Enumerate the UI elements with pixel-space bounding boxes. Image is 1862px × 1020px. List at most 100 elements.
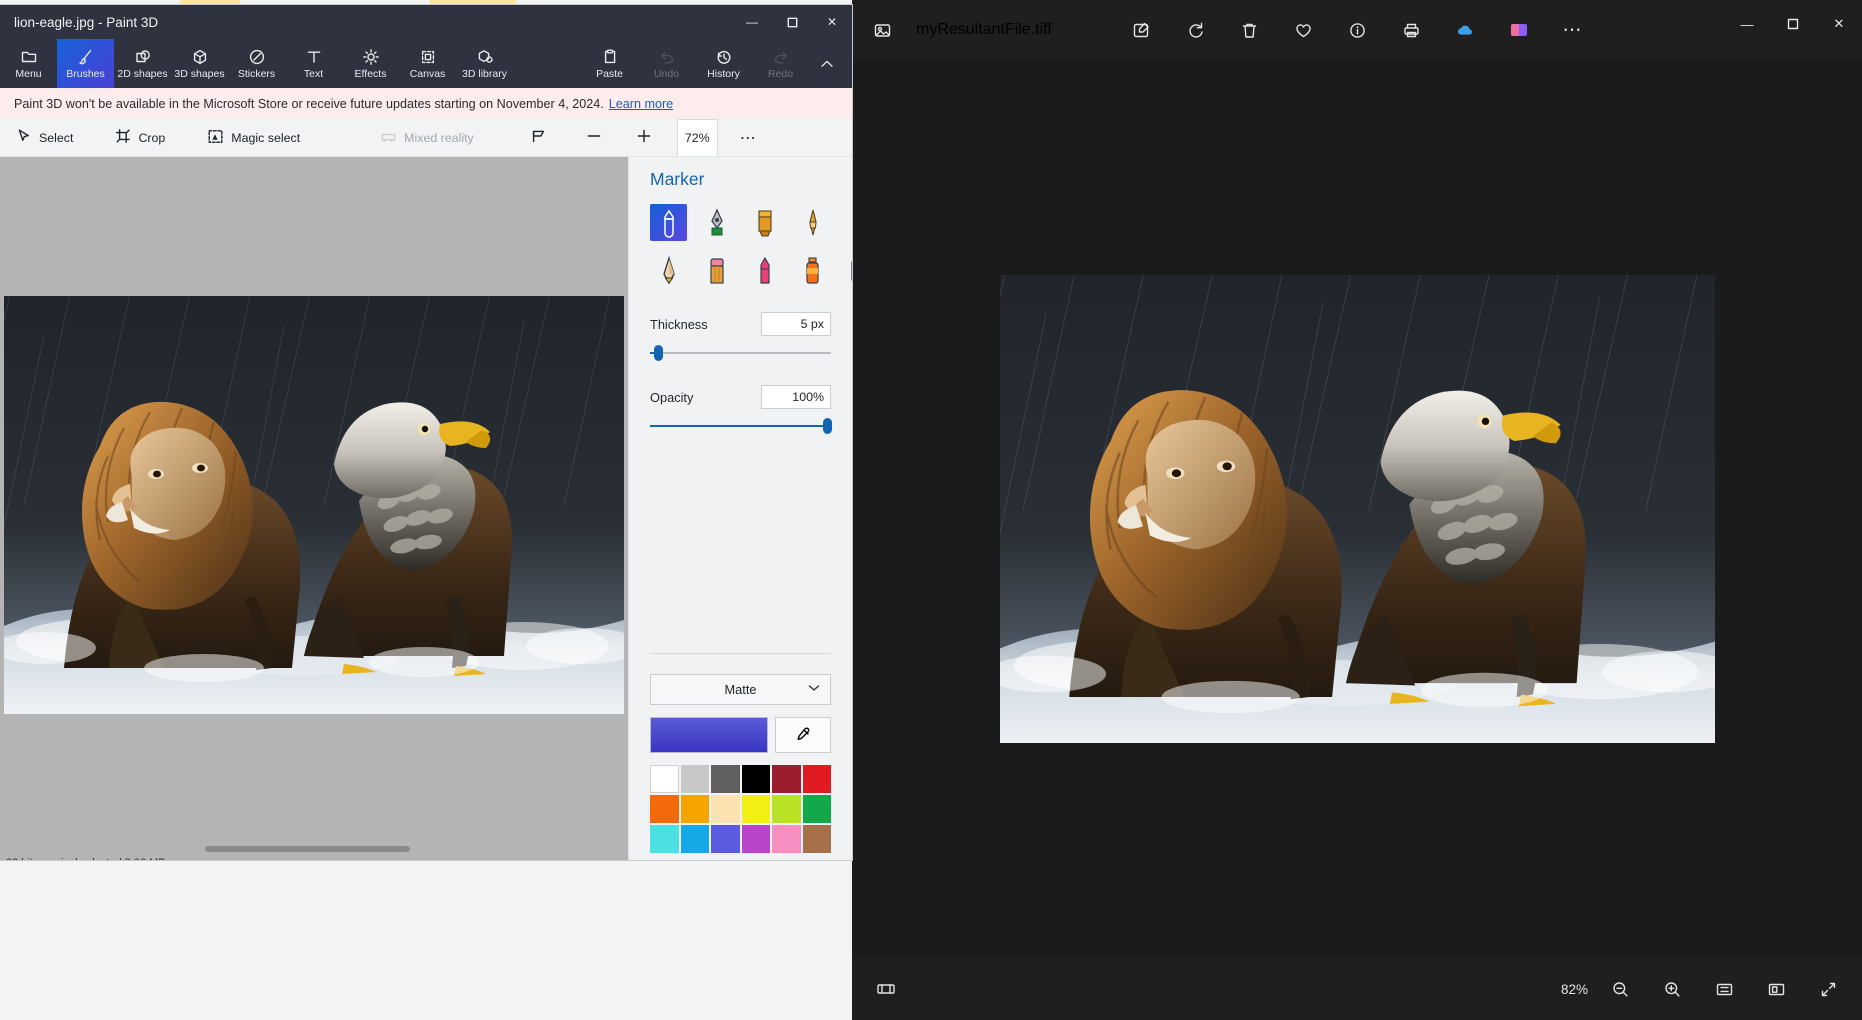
filmstrip-icon[interactable] [866, 972, 906, 1006]
ribbon-item-canvas[interactable]: Canvas [399, 39, 456, 88]
paint3d-close-button[interactable]: ✕ [812, 5, 852, 39]
photos-close-button[interactable]: ✕ [1816, 0, 1862, 48]
toolbar-more-button[interactable]: ⋯ [730, 119, 768, 157]
photos-window-controls[interactable]: — ✕ [1724, 0, 1862, 48]
current-color-swatch[interactable] [650, 717, 768, 753]
brush-calligraphy-pen[interactable] [698, 204, 735, 241]
paint3d-artboard[interactable] [4, 296, 624, 714]
paint3d-minimize-button[interactable]: — [732, 5, 772, 39]
photos-statusbar[interactable]: 82% [852, 958, 1862, 1020]
brush-pencil[interactable] [650, 252, 687, 289]
thickness-input[interactable]: 5 px [761, 312, 831, 336]
swatch[interactable] [802, 825, 831, 853]
paint3d-ribbon[interactable]: Menu Brushes 2D shapes 3D shapes Sticker… [0, 39, 852, 88]
crop-tool-button[interactable]: Crop [105, 119, 175, 157]
opacity-input[interactable]: 100% [761, 385, 831, 409]
color-row[interactable] [650, 717, 831, 753]
scrollbar-thumb[interactable] [205, 846, 410, 852]
delete-icon[interactable] [1229, 13, 1269, 47]
ribbon-item-brushes[interactable]: Brushes [57, 39, 114, 88]
ribbon-item-text[interactable]: Text [285, 39, 342, 88]
fit-to-window-icon[interactable] [1704, 972, 1744, 1006]
more-options-icon[interactable]: ⋯ [1553, 13, 1593, 47]
swatch[interactable] [680, 765, 709, 793]
swatch[interactable] [802, 795, 831, 823]
brush-oil[interactable] [746, 204, 783, 241]
rotate-icon[interactable] [1175, 13, 1215, 47]
swatch[interactable] [741, 825, 770, 853]
swatch[interactable] [650, 765, 679, 793]
photos-window[interactable]: myResultantFile.tiff ⋯ — ✕ 82% [852, 0, 1862, 1020]
opacity-slider-knob[interactable] [822, 418, 832, 434]
view-3d-button[interactable] [520, 119, 557, 157]
brush-spray-can[interactable] [794, 252, 831, 289]
color-swatch-grid[interactable] [650, 765, 831, 853]
paint3d-window-controls[interactable]: — ✕ [732, 5, 852, 39]
swatch[interactable] [741, 765, 770, 793]
photos-minimize-button[interactable]: — [1724, 0, 1770, 48]
canvas-horizontal-scrollbar[interactable] [0, 846, 628, 853]
eyedropper-icon[interactable] [774, 717, 831, 753]
thickness-slider[interactable] [650, 344, 831, 362]
swatch[interactable] [772, 795, 801, 823]
swatch[interactable] [711, 825, 740, 853]
swatch[interactable] [772, 825, 801, 853]
brush-marker[interactable] [650, 204, 687, 241]
favorite-icon[interactable] [1283, 13, 1323, 47]
swatch[interactable] [650, 825, 679, 853]
brush-pixel-pen[interactable] [842, 204, 852, 241]
brush-grid[interactable] [650, 204, 852, 289]
photos-toolbar[interactable]: ⋯ [1121, 13, 1593, 47]
photos-titlebar[interactable]: myResultantFile.tiff ⋯ — ✕ [852, 0, 1862, 60]
zoom-level-readout[interactable]: 72% [676, 119, 718, 156]
paint3d-canvas-area[interactable]: 32 bit per pixel selected 2.66 MB [0, 157, 628, 860]
ribbon-item-paste[interactable]: Paste [581, 39, 638, 88]
zoom-in-button[interactable] [625, 119, 663, 157]
photos-maximize-button[interactable] [1770, 0, 1816, 48]
ribbon-item-2d-shapes[interactable]: 2D shapes [114, 39, 171, 88]
ribbon-item-3d-shapes[interactable]: 3D shapes [171, 39, 228, 88]
select-tool-button[interactable]: Select [6, 119, 83, 157]
swatch[interactable] [711, 795, 740, 823]
ribbon-item-stickers[interactable]: Stickers [228, 39, 285, 88]
photos-app-icon[interactable] [862, 13, 902, 47]
photos-zoom-tools[interactable]: 82% [1561, 972, 1848, 1006]
swatch[interactable] [741, 795, 770, 823]
gallery-icon[interactable] [1499, 13, 1539, 47]
edit-image-icon[interactable] [1121, 13, 1161, 47]
print-icon[interactable] [1391, 13, 1431, 47]
brush-watercolor[interactable] [794, 204, 831, 241]
paint3d-titlebar[interactable]: lion-eagle.jpg - Paint 3D — ✕ [0, 5, 852, 39]
actual-size-icon[interactable] [1756, 972, 1796, 1006]
brush-eraser[interactable] [698, 252, 735, 289]
fullscreen-icon[interactable] [1808, 972, 1848, 1006]
learn-more-link[interactable]: Learn more [609, 97, 673, 111]
paint3d-window[interactable]: lion-eagle.jpg - Paint 3D — ✕ Menu Brush… [0, 5, 852, 860]
paint3d-secondary-toolbar[interactable]: Select Crop Magic select Mixed reality 7… [0, 119, 852, 157]
swatch[interactable] [802, 765, 831, 793]
zoom-out-button[interactable] [575, 119, 613, 157]
material-dropdown[interactable]: Matte [650, 674, 831, 705]
swatch[interactable] [680, 825, 709, 853]
photos-image-canvas[interactable] [852, 60, 1862, 958]
ribbon-item-menu[interactable]: Menu [0, 39, 57, 88]
ribbon-item-effects[interactable]: Effects [342, 39, 399, 88]
paint3d-maximize-button[interactable] [772, 5, 812, 39]
info-icon[interactable] [1337, 13, 1377, 47]
brush-crayon[interactable] [746, 252, 783, 289]
zoom-in-icon[interactable] [1652, 972, 1692, 1006]
brush-fill-bucket[interactable] [842, 252, 852, 289]
cloud-icon[interactable] [1445, 13, 1485, 47]
brush-tool-panel[interactable]: Marker Thickness 5 px Opacity 100% Matte [628, 157, 852, 860]
swatch[interactable] [711, 765, 740, 793]
swatch[interactable] [772, 765, 801, 793]
thickness-slider-knob[interactable] [653, 345, 663, 361]
ribbon-item-3d-library[interactable]: 3D library [456, 39, 513, 88]
magic-select-button[interactable]: Magic select [197, 119, 310, 157]
collapse-ribbon-button[interactable] [810, 39, 844, 88]
swatch[interactable] [680, 795, 709, 823]
ribbon-item-history[interactable]: History [695, 39, 752, 88]
zoom-out-icon[interactable] [1600, 972, 1640, 1006]
opacity-slider[interactable] [650, 417, 832, 435]
swatch[interactable] [650, 795, 679, 823]
